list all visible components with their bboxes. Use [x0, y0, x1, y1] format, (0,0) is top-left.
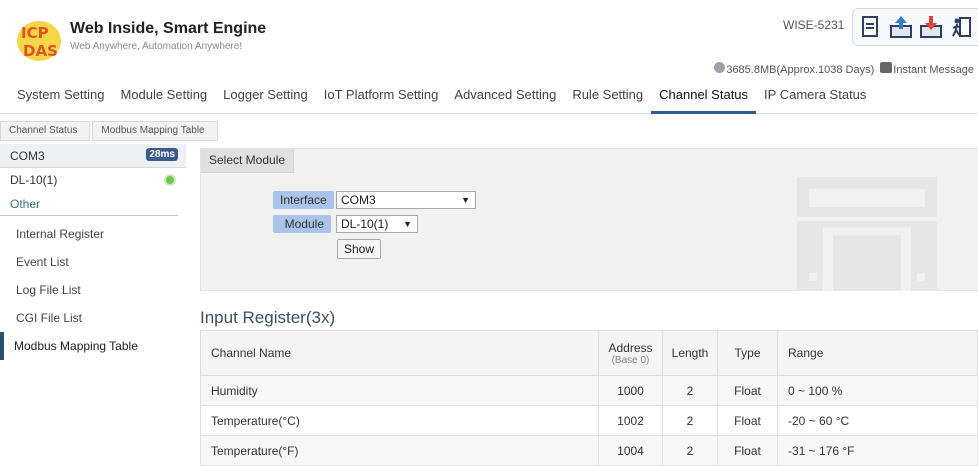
module-label-field: Module: [273, 215, 331, 233]
interface-select[interactable]: COM3 ▼: [336, 191, 476, 209]
storage-info: 3685.8MB(Approx.1038 Days): [714, 62, 874, 76]
cell-length: 2: [662, 405, 718, 436]
cell-range: -20 ~ 60 °C: [777, 405, 978, 436]
disk-icon: [714, 62, 726, 73]
device-model: WISE-5231: [783, 18, 845, 32]
cell-length: 2: [662, 435, 718, 466]
sidebar-module-item[interactable]: DL-10(1): [0, 168, 186, 192]
download-icon[interactable]: [919, 15, 943, 39]
page-header: ICP DAS Web Inside, Smart Engine Web Any…: [0, 0, 978, 80]
cell-range: -31 ~ 176 °F: [777, 435, 978, 466]
select-module-title: Select Module: [201, 149, 295, 173]
table-row: Temperature(°C) 1002 2 Float -20 ~ 60 °C: [200, 405, 978, 436]
cell-length: 2: [662, 375, 718, 406]
interface-select-value: COM3: [341, 193, 376, 207]
modbus-mapping-table: Channel Name Address (Base 0) Length Typ…: [200, 330, 978, 466]
table-header-row: Channel Name Address (Base 0) Length Typ…: [200, 330, 978, 376]
svg-text:DAS: DAS: [23, 42, 58, 60]
status-line: 3685.8MB(Approx.1038 Days) Instant Messa…: [714, 62, 974, 76]
instant-message[interactable]: Instant Message: [880, 62, 974, 76]
interface-label: Interface: [273, 191, 334, 209]
icpdas-logo-icon: ICP DAS: [17, 21, 61, 61]
tab-ip-camera-status[interactable]: IP Camera Status: [756, 80, 874, 114]
header-toolbar: [852, 8, 978, 46]
sidebar-other-header: Other: [0, 192, 178, 216]
col-address-sub: (Base 0): [611, 354, 650, 366]
module-status-icon: [164, 174, 176, 186]
tab-channel-status[interactable]: Channel Status: [651, 80, 757, 114]
instant-message-text: Instant Message: [893, 64, 974, 76]
cell-range: 0 ~ 100 %: [777, 375, 978, 406]
tab-rule-setting[interactable]: Rule Setting: [564, 80, 651, 114]
tab-iot-platform-setting[interactable]: IoT Platform Setting: [316, 80, 447, 114]
document-icon[interactable]: [859, 15, 883, 39]
cell-type: Float: [717, 435, 778, 466]
message-icon: [880, 62, 893, 73]
cell-type: Float: [717, 375, 778, 406]
cell-channel-name: Humidity: [200, 375, 599, 406]
sidebar: COM3 28ms DL-10(1) Other Internal Regist…: [0, 144, 186, 464]
select-module-panel: Select Module Interface COM3 ▼ Module DL…: [200, 148, 978, 291]
sidebar-item-cgi-file-list[interactable]: CGI File List: [0, 304, 186, 332]
breadcrumb-modbus-mapping-table[interactable]: Modbus Mapping Table: [92, 121, 218, 141]
tab-system-setting[interactable]: System Setting: [0, 80, 112, 114]
brand-slogan: Web Anywhere, Automation Anywhere!: [70, 41, 243, 52]
module-select-value: DL-10(1): [341, 217, 389, 231]
sidebar-item-modbus-mapping-table[interactable]: Modbus Mapping Table: [0, 332, 186, 360]
cell-address: 1002: [598, 405, 663, 436]
show-button[interactable]: Show: [337, 239, 381, 259]
col-address-label: Address: [608, 340, 653, 355]
sidebar-com-port[interactable]: COM3 28ms: [0, 144, 186, 168]
sidebar-item-internal-register[interactable]: Internal Register: [0, 220, 186, 248]
main-nav: System Setting Module Setting Logger Set…: [0, 80, 978, 114]
col-channel-name: Channel Name: [200, 330, 599, 376]
breadcrumb-channel-status[interactable]: Channel Status: [0, 121, 91, 141]
tab-logger-setting[interactable]: Logger Setting: [215, 80, 316, 114]
storage-text: 3685.8MB(Approx.1038 Days): [726, 64, 875, 76]
logout-icon[interactable]: [949, 15, 973, 39]
brand-title: Web Inside, Smart Engine: [70, 20, 267, 37]
chevron-down-icon: ▼: [403, 219, 412, 229]
module-watermark-icon: [797, 177, 937, 291]
col-length: Length: [662, 330, 718, 376]
sidebar-item-log-file-list[interactable]: Log File List: [0, 276, 186, 304]
breadcrumb: Channel Status Modbus Mapping Table: [0, 120, 218, 142]
svg-text:ICP: ICP: [21, 24, 49, 42]
sidebar-item-event-list[interactable]: Event List: [0, 248, 186, 276]
cell-type: Float: [717, 405, 778, 436]
com-port-label: COM3: [10, 148, 45, 163]
module-select[interactable]: DL-10(1) ▼: [336, 215, 418, 233]
col-range: Range: [777, 330, 978, 376]
table-row: Humidity 1000 2 Float 0 ~ 100 %: [200, 375, 978, 406]
chevron-down-icon: ▼: [461, 195, 470, 205]
tab-advanced-setting[interactable]: Advanced Setting: [446, 80, 564, 114]
cell-address: 1004: [598, 435, 663, 466]
col-address: Address (Base 0): [598, 330, 663, 376]
cell-channel-name: Temperature(°F): [200, 435, 599, 466]
cell-address: 1000: [598, 375, 663, 406]
cell-channel-name: Temperature(°C): [200, 405, 599, 436]
upload-icon[interactable]: [889, 15, 913, 39]
col-type: Type: [717, 330, 778, 376]
table-row: Temperature(°F) 1004 2 Float -31 ~ 176 °…: [200, 435, 978, 466]
tab-module-setting[interactable]: Module Setting: [112, 80, 215, 114]
module-label: DL-10(1): [10, 173, 58, 187]
scan-time-badge: 28ms: [146, 148, 178, 161]
input-register-title: Input Register(3x): [200, 308, 336, 327]
